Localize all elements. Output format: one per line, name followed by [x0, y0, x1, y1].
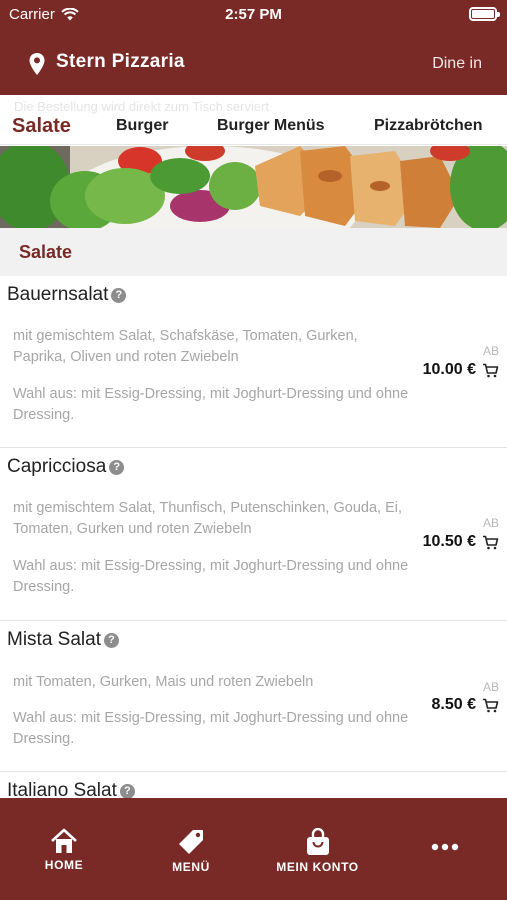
more-icon	[431, 843, 459, 851]
item-options: Wahl aus: mit Essig-Dressing, mit Joghur…	[13, 386, 409, 423]
info-icon[interactable]: ?	[119, 783, 135, 798]
clock: 2:57 PM	[225, 6, 282, 23]
item-description: mit gemischtem Salat, Thunfisch, Putensc…	[13, 500, 403, 537]
item-name-label: Italiano Salat	[7, 780, 117, 798]
tab-salate[interactable]: Salate	[12, 115, 71, 138]
price-prefix: AB	[482, 344, 499, 358]
menu-item-list[interactable]: Bauernsalat ? mit gemischtem Salat, Scha…	[0, 276, 507, 798]
bag-icon	[306, 828, 329, 855]
ghost-notice: Die Bestellung wird direkt zum Tisch ser…	[14, 99, 270, 114]
location-pin-icon	[29, 53, 45, 75]
menu-item[interactable]: Italiano Salat ?	[0, 772, 507, 798]
price-prefix: AB	[482, 680, 499, 694]
nav-home-label: HOME	[44, 858, 84, 872]
item-name: Mista Salat ?	[7, 629, 119, 651]
section-title: Salate	[19, 242, 73, 262]
item-price: 10.50 €	[422, 533, 476, 550]
battery-icon	[469, 7, 500, 21]
section-header: Salate	[0, 228, 507, 276]
status-bar: Carrier 2:57 PM	[0, 0, 507, 30]
menu-item[interactable]: Mista Salat ? mit Tomaten, Gurken, Mais …	[0, 621, 507, 772]
item-options: Wahl aus: mit Essig-Dressing, mit Joghur…	[13, 558, 409, 595]
app-header: Stern Pizzaria Dine in	[0, 30, 507, 95]
restaurant-name: Stern Pizzaria	[56, 51, 185, 72]
bottom-navigation: HOME MENÜ MEIN KONTO	[0, 798, 507, 900]
item-description: mit gemischtem Salat, Schafskäse, Tomate…	[13, 328, 358, 365]
item-price: 8.50 €	[431, 696, 476, 713]
info-icon[interactable]: ?	[111, 287, 127, 303]
add-to-cart-button[interactable]: 8.50 €	[432, 696, 499, 714]
tab-burger-menus[interactable]: Burger Menüs	[217, 117, 325, 135]
add-to-cart-button[interactable]: 10.00 €	[423, 361, 499, 379]
item-name-label: Capricciosa	[7, 456, 107, 477]
home-icon	[51, 828, 77, 853]
tag-icon	[179, 830, 203, 854]
add-to-cart-button[interactable]: 10.50 €	[423, 533, 499, 551]
item-price: 10.00 €	[422, 361, 476, 378]
nav-more[interactable]	[425, 840, 465, 854]
tab-burger[interactable]: Burger	[116, 117, 168, 135]
info-icon[interactable]: ?	[103, 632, 119, 648]
category-hero-image	[0, 146, 507, 228]
nav-menu[interactable]: MENÜ	[166, 828, 216, 874]
category-tabs: Die Bestellung wird direkt zum Tisch ser…	[0, 95, 507, 145]
item-description: mit Tomaten, Gurken, Mais und roten Zwie…	[13, 674, 314, 690]
cart-icon	[483, 698, 499, 712]
info-icon[interactable]: ?	[109, 459, 125, 475]
item-options: Wahl aus: mit Essig-Dressing, mit Joghur…	[13, 710, 409, 747]
item-name: Capricciosa ?	[7, 456, 125, 478]
nav-menu-label: MENÜ	[172, 860, 210, 874]
nav-account[interactable]: MEIN KONTO	[270, 828, 365, 874]
tab-pizzabroetchen[interactable]: Pizzabrötchen	[374, 117, 482, 135]
menu-item[interactable]: Capricciosa ? mit gemischtem Salat, Thun…	[0, 448, 507, 621]
price-prefix: AB	[482, 516, 499, 530]
cart-icon	[483, 535, 499, 549]
item-name-label: Bauernsalat	[7, 284, 109, 305]
nav-account-label: MEIN KONTO	[276, 860, 359, 874]
item-name: Italiano Salat ?	[7, 780, 135, 798]
item-name-label: Mista Salat	[7, 629, 101, 650]
menu-item[interactable]: Bauernsalat ? mit gemischtem Salat, Scha…	[0, 276, 507, 448]
dine-in-mode-button[interactable]: Dine in	[432, 55, 482, 73]
cart-icon	[483, 363, 499, 377]
item-name: Bauernsalat ?	[7, 284, 127, 306]
nav-home[interactable]: HOME	[41, 828, 87, 872]
